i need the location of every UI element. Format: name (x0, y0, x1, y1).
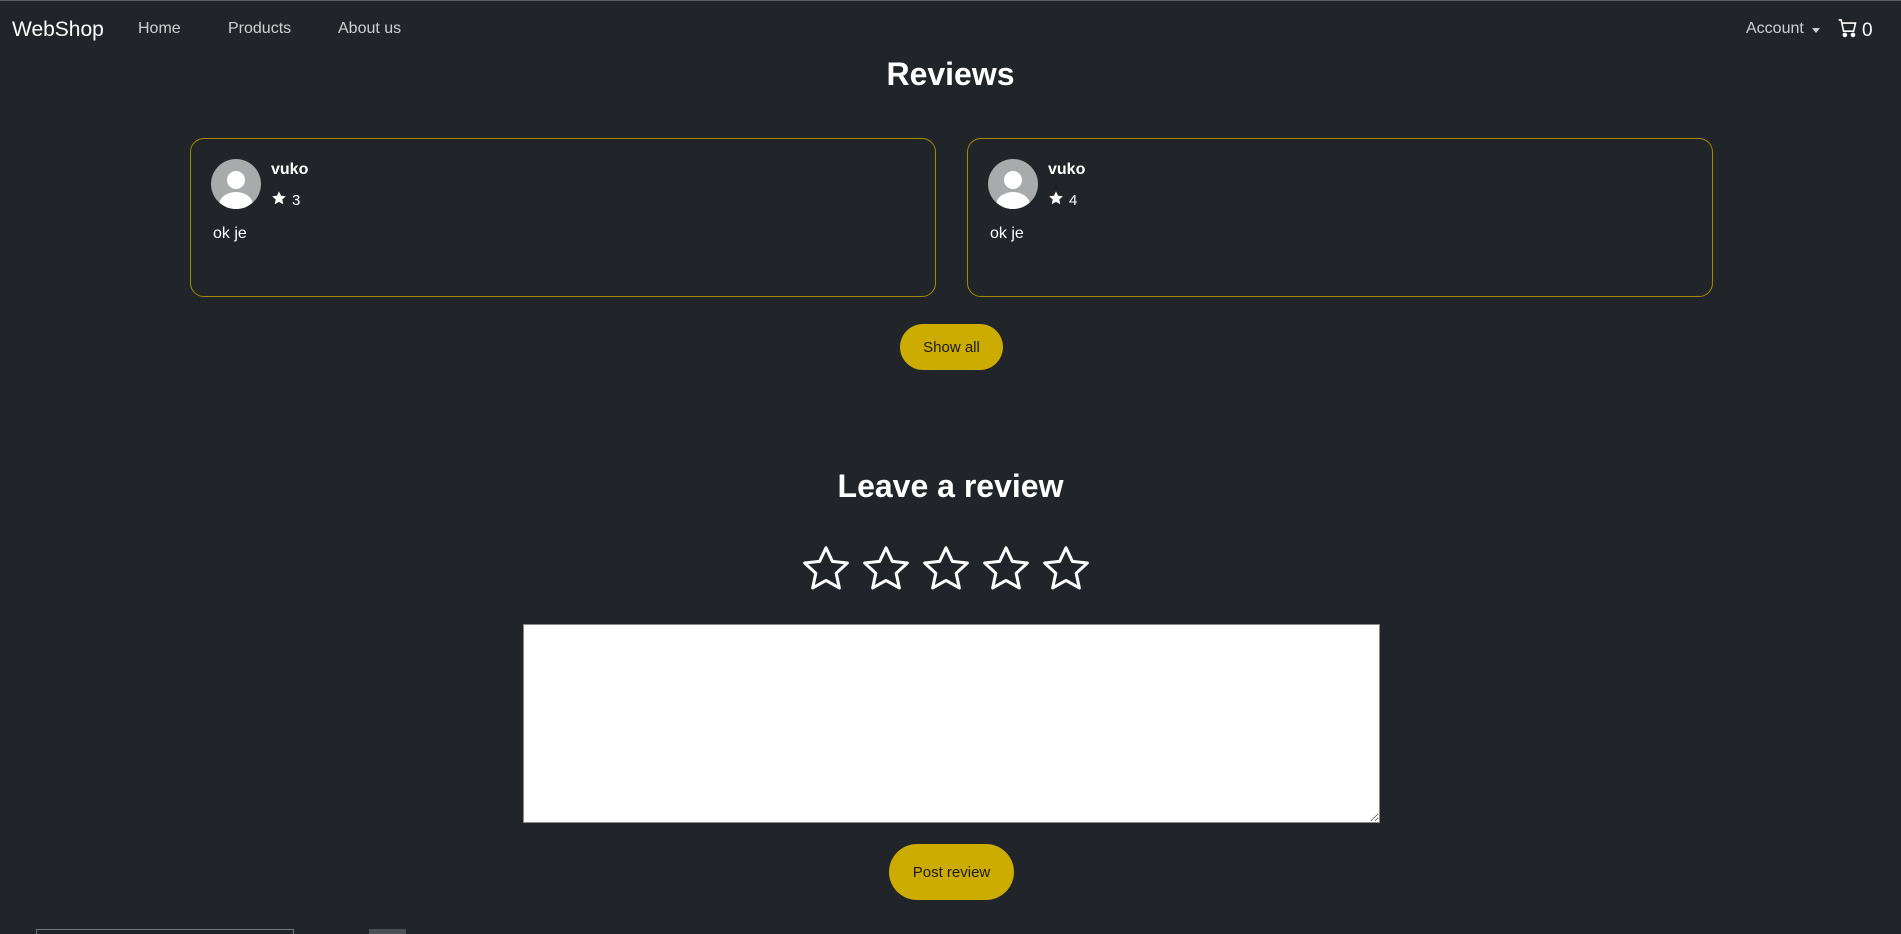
reviewer-name: vuko (271, 161, 309, 178)
review-text: ok je (213, 225, 247, 242)
review-rating: 4 (1048, 190, 1077, 210)
review-card: vuko 4 ok je (967, 138, 1713, 297)
caret-down-icon (1811, 27, 1820, 33)
account-label: Account (1746, 20, 1804, 37)
nav-about-us[interactable]: About us (338, 20, 401, 38)
cart-icon (1838, 18, 1858, 43)
bottom-button[interactable] (369, 929, 406, 934)
review-text: ok je (990, 225, 1024, 242)
avatar (988, 159, 1038, 209)
review-card: vuko 3 ok je (190, 138, 936, 297)
star-outline-icon[interactable] (860, 543, 912, 600)
rating-value: 4 (1069, 191, 1078, 209)
review-rating: 3 (271, 190, 300, 210)
navbar: WebShop Home Products About us Account 0 (0, 1, 1901, 57)
nav-home[interactable]: Home (138, 20, 181, 38)
star-icon (271, 190, 287, 210)
rating-value: 3 (292, 191, 301, 209)
bottom-input[interactable] (36, 929, 294, 934)
reviews-heading: Reviews (886, 56, 1015, 92)
brand-logo[interactable]: WebShop (12, 18, 104, 42)
star-rating-input (800, 543, 1092, 600)
reviewer-name: vuko (1048, 161, 1086, 178)
review-textarea[interactable] (523, 624, 1380, 823)
cart-count: 0 (1862, 19, 1873, 41)
leave-review-heading: Leave a review (837, 468, 1064, 504)
account-dropdown[interactable]: Account (1746, 20, 1820, 38)
star-outline-icon[interactable] (920, 543, 972, 600)
avatar (211, 159, 261, 209)
star-icon (1048, 190, 1064, 210)
nav-products[interactable]: Products (228, 20, 291, 38)
cart-button[interactable]: 0 (1838, 18, 1873, 43)
post-review-button[interactable]: Post review (889, 844, 1014, 900)
star-outline-icon[interactable] (980, 543, 1032, 600)
star-outline-icon[interactable] (800, 543, 852, 600)
show-all-button[interactable]: Show all (900, 324, 1003, 370)
star-outline-icon[interactable] (1040, 543, 1092, 600)
